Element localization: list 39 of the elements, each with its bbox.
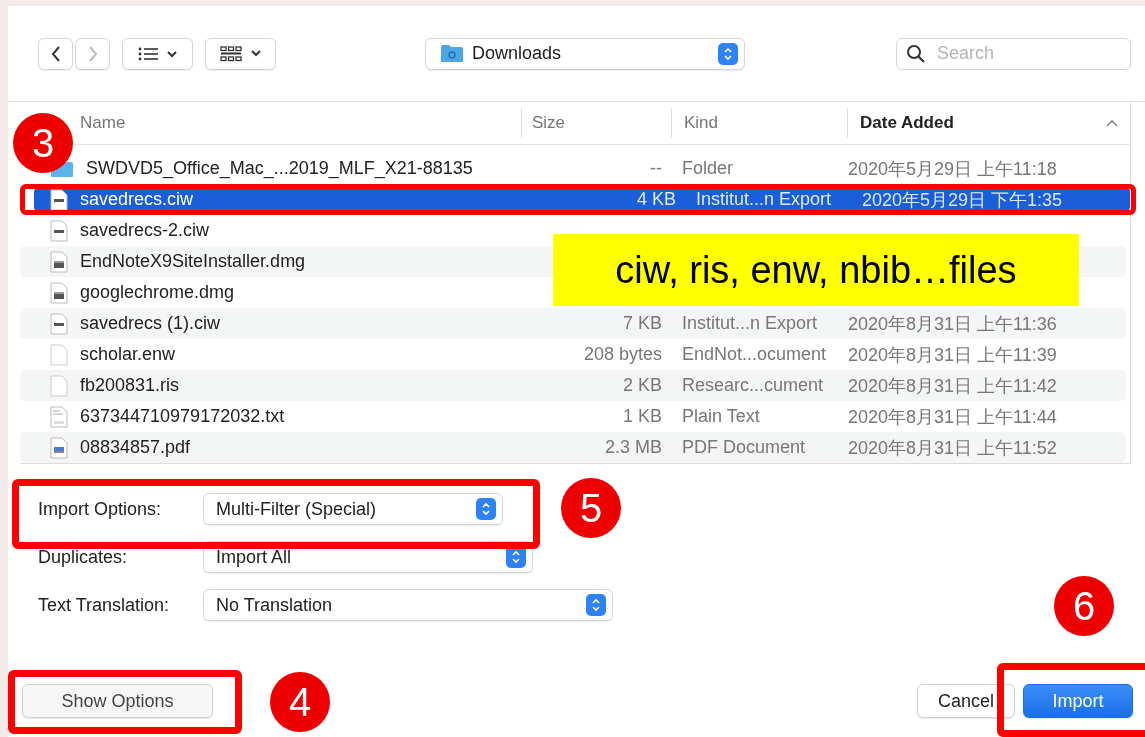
date-added: 2020年8月31日 上午11:36 (848, 313, 1057, 334)
file-kind: Researc...cument (682, 375, 824, 395)
step-marker-tooltip: 6 (1054, 576, 1114, 636)
option-label: Text Translation: (38, 594, 171, 616)
file-name: 08834857.pdf (80, 437, 191, 458)
date-added: 2020年8月31日 上午11:44 (848, 406, 1057, 427)
file-kind: Folder (682, 158, 734, 178)
file-name: fb200831.ris (80, 375, 180, 396)
step-marker-tooltip: 3 (13, 113, 73, 173)
callout-tooltip: ciw, ris, enw, nbib…files (553, 234, 1079, 306)
file-name: googlechrome.dmg (80, 282, 235, 303)
file-size: 7 KB (622, 313, 662, 333)
file-name: scholar.enw (80, 344, 176, 365)
file-name: SWDVD5_Office_Mac_...2019_MLF_X21-88135 (86, 158, 473, 179)
file-name: 637344710979172032.txt (80, 406, 285, 427)
file-kind: PDF Document (682, 437, 806, 457)
file-size: 4 KB (636, 189, 676, 209)
step-marker-tooltip: 4 (270, 672, 330, 732)
file-kind: Institut...n Export (682, 313, 818, 333)
file-size: 1 KB (622, 406, 662, 426)
date-added: 2020年5月29日 上午11:18 (848, 158, 1057, 179)
file-kind: Institut...n Export (696, 189, 832, 209)
file-size: 2 KB (622, 375, 662, 395)
file-size: -- (650, 158, 662, 178)
file-size: 208 bytes (583, 344, 662, 364)
file-kind: EndNot...ocument (682, 344, 827, 364)
file-kind: Plain Text (682, 406, 760, 426)
step-marker-tooltip: 5 (561, 478, 621, 538)
option-label: Duplicates: (38, 546, 129, 568)
file-name: savedrecs.ciw (80, 189, 194, 210)
file-size: 2.3 MB (604, 437, 662, 457)
date-added: 2020年8月31日 上午11:42 (848, 375, 1057, 396)
file-name: savedrecs-2.ciw (80, 220, 210, 241)
date-added: 2020年8月31日 上午11:52 (848, 437, 1057, 458)
date-added: 2020年5月29日 下午1:35 (862, 189, 1063, 210)
file-name: EndNoteX9SiteInstaller.dmg (80, 251, 306, 272)
option-label: Import Options: (38, 498, 163, 520)
date-added: 2020年8月31日 上午11:39 (848, 344, 1057, 365)
file-name: savedrecs (1).ciw (80, 313, 221, 334)
